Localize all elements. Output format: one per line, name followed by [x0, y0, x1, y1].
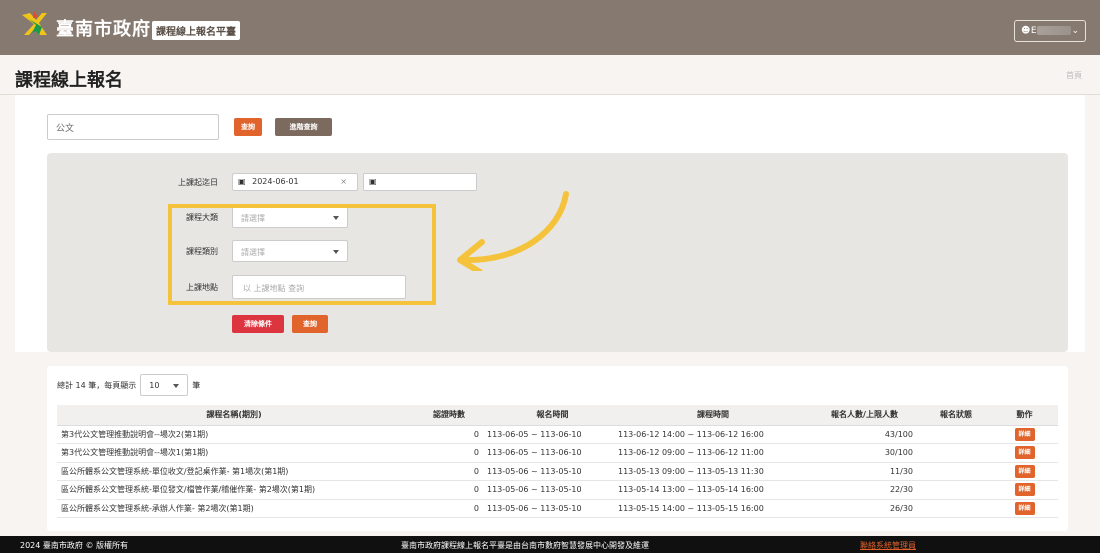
signup-period: 113-06-05 ~ 113-06-10: [487, 425, 618, 444]
page-footer: 2024 臺南市政府 © 版權所有 臺南市政府課程線上報名平臺是由台南市數府智慧…: [0, 536, 1100, 553]
table-row: 第3代公文管理推動說明會--場次1(第1期) 0 113-06-05 ~ 113…: [57, 443, 1058, 463]
detail-button[interactable]: 詳細: [1014, 464, 1035, 478]
results-total: 總計 14 筆，每頁顯示: [57, 380, 137, 390]
footer-copyright: 2024 臺南市政府 © 版權所有: [20, 541, 128, 550]
clear-filters-button[interactable]: 清除條件: [232, 315, 284, 333]
person-icon: ☻: [1021, 26, 1031, 36]
breadcrumb-home[interactable]: 首頁: [1066, 70, 1082, 81]
detail-button[interactable]: 詳細: [1014, 446, 1035, 460]
signup-period: 113-05-06 ~ 113-05-10: [487, 462, 618, 481]
curved-arrow-icon: [457, 191, 569, 271]
user-name-redacted: [1036, 26, 1071, 35]
advanced-query-button[interactable]: 進階查詢: [275, 118, 332, 136]
page-size-value: 10: [149, 381, 160, 390]
highlight-box: [168, 204, 436, 305]
start-date-value: 2024-06-01: [252, 177, 299, 186]
table-row: 區公所體系公文管理系統-承辦人作業- 第2場次(第1期) 0 113-05-06…: [57, 499, 1058, 518]
clear-date-icon[interactable]: ×: [340, 177, 347, 186]
footer-credit: 臺南市政府課程線上報名平臺是由台南市數府智慧發展中心開發及維運: [401, 541, 649, 550]
calendar-icon: ▣: [369, 177, 377, 186]
results-summary: 總計 14 筆，每頁顯示 10 筆: [57, 374, 200, 396]
results-unit: 筆: [192, 380, 201, 390]
table-row: 第3代公文管理推動說明會--場次2(第1期) 0 113-06-05 ~ 113…: [57, 425, 1058, 444]
course-name: 區公所體系公文管理系統-單位發文/檔管作業/稽催作業- 第2場次(第1期): [57, 480, 411, 500]
detail-button[interactable]: 詳細: [1014, 501, 1035, 515]
signup-status: [921, 462, 991, 481]
credit-hours: 0: [411, 499, 487, 518]
column-header-course-time[interactable]: 課程時間: [618, 405, 808, 426]
contact-admin-link[interactable]: 聯絡系統管理員: [860, 540, 916, 551]
search-input[interactable]: 公文: [47, 114, 219, 140]
signup-period: 113-06-05 ~ 113-06-10: [487, 443, 618, 463]
course-period: 113-05-13 09:00 ~ 113-05-13 11:30: [618, 462, 808, 481]
course-period: 113-05-15 14:00 ~ 113-05-15 16:00: [618, 499, 808, 518]
platform-name-badge[interactable]: 課程線上報名平臺: [152, 21, 240, 40]
credit-hours: 0: [411, 480, 487, 500]
signup-status: [921, 425, 991, 444]
signup-period: 113-05-06 ~ 113-05-10: [487, 499, 618, 518]
enrollment-count: 11/30: [808, 462, 921, 481]
enrollment-count: 26/30: [808, 499, 921, 518]
enrollment-count: 22/30: [808, 480, 921, 500]
signup-status: [921, 499, 991, 518]
column-header-signup[interactable]: 報名時間: [487, 405, 618, 426]
page-size-select[interactable]: 10: [140, 374, 189, 396]
detail-button[interactable]: 詳細: [1014, 427, 1035, 441]
signup-status: [921, 443, 991, 463]
table-header-row: 課程名稱(期別) 認證時數 報名時間 課程時間 報名人數/上限人數 報名狀態 動…: [57, 405, 1058, 426]
course-table: 課程名稱(期別) 認證時數 報名時間 課程時間 報名人數/上限人數 報名狀態 動…: [57, 405, 1058, 518]
chevron-down-icon: ⌄: [1071, 26, 1079, 36]
course-name: 第3代公文管理推動說明會--場次1(第1期): [57, 443, 411, 463]
query-button[interactable]: 查詢: [234, 118, 262, 136]
column-header-name[interactable]: 課程名稱(期別): [57, 405, 411, 426]
table-row: 區公所體系公文管理系統-單位發文/檔管作業/稽催作業- 第2場次(第1期) 0 …: [57, 480, 1058, 500]
user-menu-button[interactable]: ☻ E ⌄: [1014, 20, 1086, 42]
course-period: 113-05-14 13:00 ~ 113-05-14 16:00: [618, 480, 808, 500]
enrollment-count: 30/100: [808, 443, 921, 463]
tainan-logo-icon: [22, 11, 47, 35]
course-name: 區公所體系公文管理系統-單位收文/登記桌作業- 第1場次(第1期): [57, 462, 411, 481]
date-range-label: 上課起迄日: [178, 178, 218, 187]
calendar-icon: ▣: [238, 177, 246, 186]
brand-name[interactable]: 臺南市政府: [56, 15, 151, 41]
signup-period: 113-05-06 ~ 113-05-10: [487, 480, 618, 500]
filter-query-button[interactable]: 查詢: [292, 315, 328, 333]
credit-hours: 0: [411, 443, 487, 463]
caret-down-icon: [173, 384, 180, 388]
column-header-count[interactable]: 報名人數/上限人數: [808, 405, 921, 426]
column-header-action: 動作: [991, 405, 1058, 426]
page-title: 課程線上報名: [15, 70, 123, 91]
column-header-status[interactable]: 報名狀態: [921, 405, 991, 426]
top-navbar: 臺南市政府 課程線上報名平臺 ☻ E ⌄: [0, 0, 1100, 55]
signup-status: [921, 480, 991, 500]
credit-hours: 0: [411, 425, 487, 444]
user-initial: E: [1030, 26, 1037, 36]
course-name: 區公所體系公文管理系統-承辦人作業- 第2場次(第1期): [57, 499, 411, 518]
table-row: 區公所體系公文管理系統-單位收文/登記桌作業- 第1場次(第1期) 0 113-…: [57, 462, 1058, 481]
course-period: 113-06-12 14:00 ~ 113-06-12 16:00: [618, 425, 808, 444]
enrollment-count: 43/100: [808, 425, 921, 444]
credit-hours: 0: [411, 462, 487, 481]
column-header-hours[interactable]: 認證時數: [411, 405, 487, 426]
detail-button[interactable]: 詳細: [1014, 483, 1035, 497]
start-date-field[interactable]: ▣ 2024-06-01 ×: [232, 173, 358, 191]
course-name: 第3代公文管理推動說明會--場次2(第1期): [57, 425, 411, 444]
course-period: 113-06-12 09:00 ~ 113-06-12 11:00: [618, 443, 808, 463]
